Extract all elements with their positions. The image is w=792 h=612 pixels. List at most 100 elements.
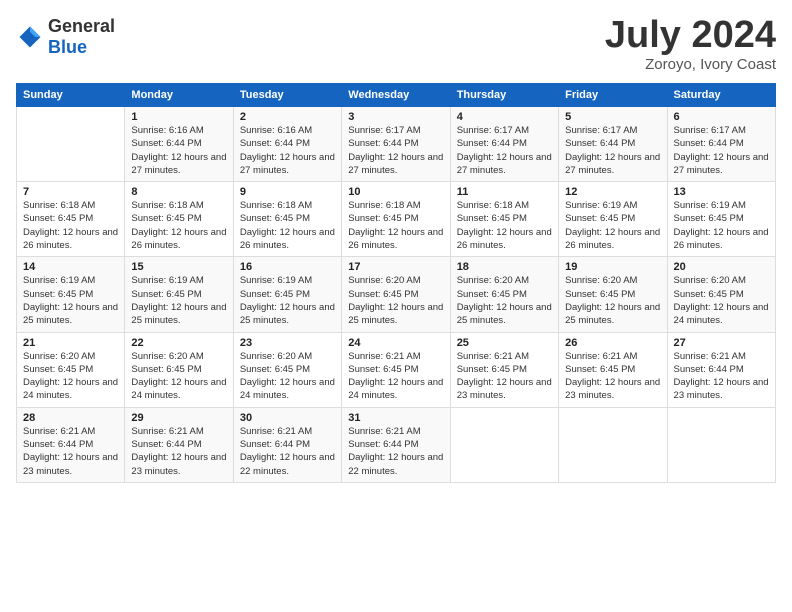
day-number: 3 [348,111,443,123]
calendar-cell: 11 Sunrise: 6:18 AMSunset: 6:45 PMDaylig… [450,182,558,257]
calendar-cell: 5 Sunrise: 6:17 AMSunset: 6:44 PMDayligh… [559,107,667,182]
calendar-cell: 3 Sunrise: 6:17 AMSunset: 6:44 PMDayligh… [342,107,450,182]
day-number: 11 [457,186,552,198]
day-info: Sunrise: 6:20 AMSunset: 6:45 PMDaylight:… [348,275,443,326]
day-info: Sunrise: 6:17 AMSunset: 6:44 PMDaylight:… [674,125,769,176]
day-info: Sunrise: 6:19 AMSunset: 6:45 PMDaylight:… [565,200,660,251]
day-info: Sunrise: 6:21 AMSunset: 6:45 PMDaylight:… [565,351,660,402]
day-number: 20 [674,261,769,273]
calendar-cell: 13 Sunrise: 6:19 AMSunset: 6:45 PMDaylig… [667,182,775,257]
col-thursday: Thursday [450,84,558,107]
day-number: 22 [131,337,226,349]
day-number: 7 [23,186,118,198]
calendar-cell [17,107,125,182]
day-info: Sunrise: 6:18 AMSunset: 6:45 PMDaylight:… [131,200,226,251]
day-number: 15 [131,261,226,273]
calendar-cell: 4 Sunrise: 6:17 AMSunset: 6:44 PMDayligh… [450,107,558,182]
day-info: Sunrise: 6:20 AMSunset: 6:45 PMDaylight:… [674,275,769,326]
calendar-cell: 28 Sunrise: 6:21 AMSunset: 6:44 PMDaylig… [17,407,125,482]
day-number: 4 [457,111,552,123]
day-info: Sunrise: 6:18 AMSunset: 6:45 PMDaylight:… [348,200,443,251]
day-info: Sunrise: 6:16 AMSunset: 6:44 PMDaylight:… [240,125,335,176]
day-info: Sunrise: 6:17 AMSunset: 6:44 PMDaylight:… [457,125,552,176]
day-info: Sunrise: 6:19 AMSunset: 6:45 PMDaylight:… [240,275,335,326]
calendar-cell: 12 Sunrise: 6:19 AMSunset: 6:45 PMDaylig… [559,182,667,257]
day-info: Sunrise: 6:18 AMSunset: 6:45 PMDaylight:… [240,200,335,251]
title-section: July 2024 Zoroyo, Ivory Coast [605,16,776,73]
calendar-week-4: 28 Sunrise: 6:21 AMSunset: 6:44 PMDaylig… [17,407,776,482]
day-info: Sunrise: 6:19 AMSunset: 6:45 PMDaylight:… [674,200,769,251]
calendar-cell: 29 Sunrise: 6:21 AMSunset: 6:44 PMDaylig… [125,407,233,482]
location: Zoroyo, Ivory Coast [605,56,776,73]
day-number: 1 [131,111,226,123]
calendar-week-3: 21 Sunrise: 6:20 AMSunset: 6:45 PMDaylig… [17,332,776,407]
day-number: 24 [348,337,443,349]
col-wednesday: Wednesday [342,84,450,107]
day-info: Sunrise: 6:21 AMSunset: 6:44 PMDaylight:… [131,426,226,477]
day-info: Sunrise: 6:20 AMSunset: 6:45 PMDaylight:… [565,275,660,326]
day-info: Sunrise: 6:21 AMSunset: 6:44 PMDaylight:… [348,426,443,477]
day-info: Sunrise: 6:20 AMSunset: 6:45 PMDaylight:… [240,351,335,402]
calendar-cell: 25 Sunrise: 6:21 AMSunset: 6:45 PMDaylig… [450,332,558,407]
day-number: 8 [131,186,226,198]
day-info: Sunrise: 6:18 AMSunset: 6:45 PMDaylight:… [23,200,118,251]
day-info: Sunrise: 6:17 AMSunset: 6:44 PMDaylight:… [565,125,660,176]
col-sunday: Sunday [17,84,125,107]
calendar-cell: 21 Sunrise: 6:20 AMSunset: 6:45 PMDaylig… [17,332,125,407]
day-number: 29 [131,412,226,424]
calendar-cell: 6 Sunrise: 6:17 AMSunset: 6:44 PMDayligh… [667,107,775,182]
calendar-cell: 14 Sunrise: 6:19 AMSunset: 6:45 PMDaylig… [17,257,125,332]
calendar-cell: 26 Sunrise: 6:21 AMSunset: 6:45 PMDaylig… [559,332,667,407]
day-number: 19 [565,261,660,273]
day-number: 6 [674,111,769,123]
logo-blue: Blue [48,37,87,57]
calendar-cell: 31 Sunrise: 6:21 AMSunset: 6:44 PMDaylig… [342,407,450,482]
calendar-cell: 24 Sunrise: 6:21 AMSunset: 6:45 PMDaylig… [342,332,450,407]
month-title: July 2024 [605,16,776,54]
day-number: 5 [565,111,660,123]
day-info: Sunrise: 6:21 AMSunset: 6:44 PMDaylight:… [23,426,118,477]
calendar-cell: 23 Sunrise: 6:20 AMSunset: 6:45 PMDaylig… [233,332,341,407]
calendar-cell: 7 Sunrise: 6:18 AMSunset: 6:45 PMDayligh… [17,182,125,257]
day-number: 21 [23,337,118,349]
day-number: 31 [348,412,443,424]
col-saturday: Saturday [667,84,775,107]
calendar-cell: 19 Sunrise: 6:20 AMSunset: 6:45 PMDaylig… [559,257,667,332]
calendar-cell: 22 Sunrise: 6:20 AMSunset: 6:45 PMDaylig… [125,332,233,407]
day-number: 18 [457,261,552,273]
day-info: Sunrise: 6:20 AMSunset: 6:45 PMDaylight:… [457,275,552,326]
calendar-cell: 27 Sunrise: 6:21 AMSunset: 6:44 PMDaylig… [667,332,775,407]
day-info: Sunrise: 6:19 AMSunset: 6:45 PMDaylight:… [23,275,118,326]
day-info: Sunrise: 6:18 AMSunset: 6:45 PMDaylight:… [457,200,552,251]
calendar-cell: 9 Sunrise: 6:18 AMSunset: 6:45 PMDayligh… [233,182,341,257]
col-friday: Friday [559,84,667,107]
calendar-cell: 30 Sunrise: 6:21 AMSunset: 6:44 PMDaylig… [233,407,341,482]
day-number: 16 [240,261,335,273]
day-number: 13 [674,186,769,198]
header-row: Sunday Monday Tuesday Wednesday Thursday… [17,84,776,107]
day-info: Sunrise: 6:19 AMSunset: 6:45 PMDaylight:… [131,275,226,326]
calendar-cell: 17 Sunrise: 6:20 AMSunset: 6:45 PMDaylig… [342,257,450,332]
calendar-cell: 18 Sunrise: 6:20 AMSunset: 6:45 PMDaylig… [450,257,558,332]
day-number: 27 [674,337,769,349]
calendar-week-0: 1 Sunrise: 6:16 AMSunset: 6:44 PMDayligh… [17,107,776,182]
calendar-cell [559,407,667,482]
day-number: 12 [565,186,660,198]
col-monday: Monday [125,84,233,107]
header: General Blue July 2024 Zoroyo, Ivory Coa… [16,16,776,73]
day-number: 10 [348,186,443,198]
calendar-table: Sunday Monday Tuesday Wednesday Thursday… [16,83,776,483]
day-number: 9 [240,186,335,198]
day-info: Sunrise: 6:20 AMSunset: 6:45 PMDaylight:… [131,351,226,402]
day-number: 26 [565,337,660,349]
day-info: Sunrise: 6:20 AMSunset: 6:45 PMDaylight:… [23,351,118,402]
day-number: 25 [457,337,552,349]
calendar-cell: 16 Sunrise: 6:19 AMSunset: 6:45 PMDaylig… [233,257,341,332]
day-info: Sunrise: 6:17 AMSunset: 6:44 PMDaylight:… [348,125,443,176]
calendar-cell [450,407,558,482]
day-number: 17 [348,261,443,273]
calendar-cell [667,407,775,482]
day-info: Sunrise: 6:21 AMSunset: 6:44 PMDaylight:… [240,426,335,477]
calendar-cell: 15 Sunrise: 6:19 AMSunset: 6:45 PMDaylig… [125,257,233,332]
day-number: 30 [240,412,335,424]
